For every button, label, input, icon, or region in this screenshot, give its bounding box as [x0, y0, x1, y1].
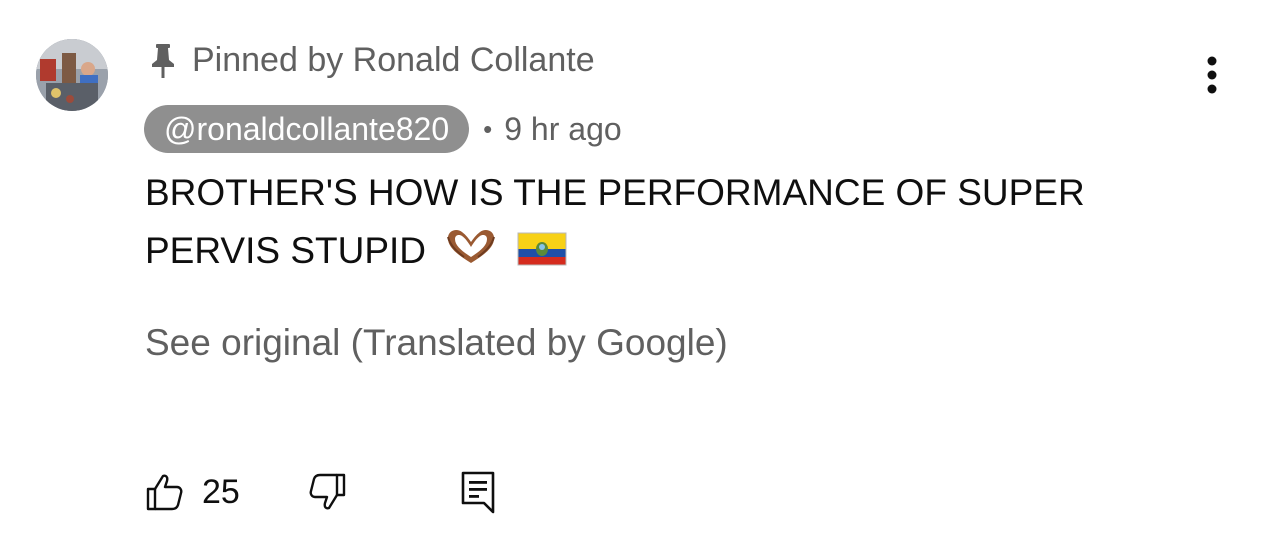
comment-body-text: BROTHER'S HOW IS THE PERFORMANCE OF SUPE… [145, 172, 1085, 271]
pinned-label: Pinned by Ronald Collante [148, 38, 595, 82]
comment-meta: @ronaldcollante820 • 9 hr ago [144, 104, 622, 154]
avatar[interactable] [36, 39, 108, 111]
comment-text: BROTHER'S HOW IS THE PERFORMANCE OF SUPE… [145, 164, 1205, 284]
meta-separator: • [483, 113, 493, 144]
pin-icon [148, 40, 178, 80]
author-handle[interactable]: @ronaldcollante820 [144, 105, 470, 153]
thumbs-up-icon [146, 474, 183, 511]
like-button[interactable]: 25 [144, 472, 240, 512]
reply-button[interactable] [460, 470, 496, 514]
timestamp[interactable]: 9 hr ago [504, 111, 621, 148]
like-count: 25 [202, 472, 240, 511]
reply-icon [461, 471, 495, 514]
thumbs-down-icon [309, 473, 346, 510]
comment-actions: 25 [144, 466, 496, 518]
heart-hands-icon [444, 226, 498, 284]
more-vertical-icon [1207, 56, 1217, 94]
pinned-text: Pinned by Ronald Collante [192, 40, 595, 79]
see-original-link[interactable]: See original (Translated by Google) [145, 322, 728, 364]
more-actions-button[interactable] [1192, 52, 1232, 98]
dislike-button[interactable] [308, 472, 348, 512]
ecuador-flag-icon [517, 226, 567, 284]
